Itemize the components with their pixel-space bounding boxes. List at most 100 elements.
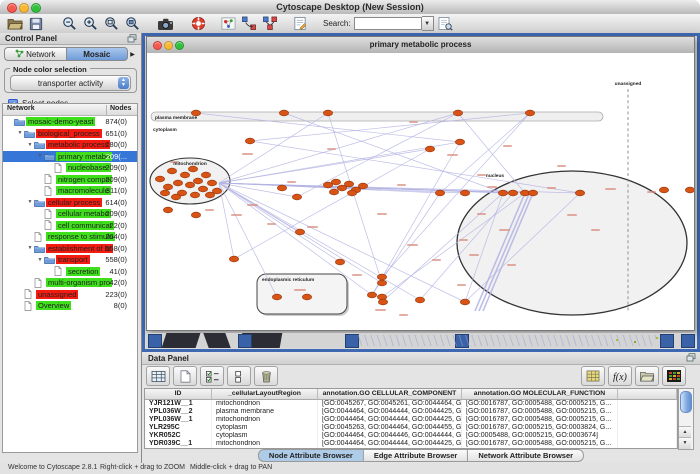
network-node[interactable] xyxy=(207,180,216,186)
network-node[interactable] xyxy=(331,179,340,185)
network-node[interactable] xyxy=(575,190,584,196)
disclosure-triangle-icon[interactable]: ▼ xyxy=(36,257,44,263)
table-cell[interactable]: [GO:0005488, GO:0005215, GO:0003674] xyxy=(462,432,618,440)
network-node[interactable] xyxy=(171,194,180,200)
table-row[interactable]: YDR039C__1mitochondrion[GO:0044464, GO:0… xyxy=(145,440,677,448)
table-cell[interactable]: YDR039C__1 xyxy=(145,440,212,448)
zoom-out-icon[interactable] xyxy=(60,15,78,32)
network-node[interactable] xyxy=(377,280,386,286)
table-header-id[interactable]: ID xyxy=(145,389,212,400)
vizmapper-icon[interactable] xyxy=(219,15,237,32)
zoom-selected-icon[interactable] xyxy=(123,15,141,32)
network-node[interactable] xyxy=(685,187,694,193)
table-cell[interactable]: [GO:0044464, GO:0044444, GO:0044425, G..… xyxy=(318,416,462,424)
network-node[interactable] xyxy=(425,146,434,152)
tree-row-cellular-metabo[interactable]: cellular metabo209(0) xyxy=(3,208,137,220)
tab-network-attribute-browser[interactable]: Network Attribute Browser xyxy=(468,449,584,462)
tree-row-unassigned[interactable]: unassigned223(0) xyxy=(3,289,137,301)
network-node[interactable] xyxy=(205,192,214,198)
delete-attribute-icon[interactable] xyxy=(254,366,278,386)
table-cell[interactable]: [GO:0016787, GO:0005488, GO:0005215, G..… xyxy=(462,416,618,424)
table-cell[interactable]: plasma membrane xyxy=(212,408,318,416)
attribute-table-icon[interactable] xyxy=(146,366,170,386)
select-attributes-icon[interactable] xyxy=(200,366,224,386)
table-header-annotation-go-molecular-function[interactable]: annotation.GO MOLECULAR_FUNCTION xyxy=(462,389,618,400)
table-cell[interactable]: YJR121W__1 xyxy=(145,400,212,408)
tree-row-establishment-of-lo[interactable]: ▼establishment of lo558(0) xyxy=(3,243,137,255)
float-panel-icon[interactable] xyxy=(127,34,137,45)
network-node[interactable] xyxy=(415,297,424,303)
tree-row-biological-process[interactable]: ▼biological_process651(0) xyxy=(3,128,137,140)
table-cell[interactable]: YKR052C xyxy=(145,432,212,440)
network-node[interactable] xyxy=(347,190,356,196)
annotation-icon[interactable] xyxy=(291,15,309,32)
tab-edge-attribute-browser[interactable]: Edge Attribute Browser xyxy=(364,449,468,462)
network-node[interactable] xyxy=(167,168,176,174)
table-row[interactable]: YPL036W__2plasma membrane[GO:0044464, GO… xyxy=(145,408,677,416)
disclosure-triangle-icon[interactable]: ▼ xyxy=(16,130,24,136)
table-cell[interactable]: mitochondrion xyxy=(212,400,318,408)
network-node[interactable] xyxy=(453,110,462,116)
network-window-titlebar[interactable]: primary metabolic process xyxy=(147,37,694,54)
zoom-fit-icon[interactable] xyxy=(102,15,120,32)
network-node[interactable] xyxy=(277,185,286,191)
network-node[interactable] xyxy=(185,182,194,188)
table-cell[interactable]: [GO:0044464, GO:0044444, GO:0044425, G..… xyxy=(318,440,462,448)
data-panel-float-icon[interactable] xyxy=(686,353,696,364)
tree-row-nucleobase-[interactable]: nucleobase-209(0) xyxy=(3,162,137,174)
network-node[interactable] xyxy=(160,190,169,196)
network-node[interactable] xyxy=(201,172,210,178)
save-icon[interactable] xyxy=(27,15,45,32)
network-node[interactable] xyxy=(163,184,172,190)
disclosure-triangle-icon[interactable]: ▼ xyxy=(26,199,34,205)
import-table-icon[interactable] xyxy=(635,366,659,386)
table-cell[interactable]: YPL036W__2 xyxy=(145,408,212,416)
table-scrollbar[interactable]: ▲ ▼ xyxy=(678,388,694,450)
network-node[interactable] xyxy=(358,183,367,189)
table-cell[interactable]: [GO:0044464, GO:0044446, GO:0044444, G..… xyxy=(318,432,462,440)
connected-nodes-icon[interactable] xyxy=(261,15,279,32)
table-cell[interactable]: [GO:0016787, GO:0005488, GO:0005215, G..… xyxy=(462,440,618,448)
network-node[interactable] xyxy=(460,190,469,196)
network-node[interactable] xyxy=(344,181,353,187)
network-node[interactable] xyxy=(279,110,288,116)
tree-row-transport[interactable]: ▼transport558(0) xyxy=(3,254,137,266)
network-node[interactable] xyxy=(335,259,344,265)
network-node[interactable] xyxy=(460,299,469,305)
network-node[interactable] xyxy=(191,212,200,218)
tree-row-secretion[interactable]: secretion41(0) xyxy=(3,266,137,278)
table-cell[interactable]: cytoplasm xyxy=(212,432,318,440)
tab-overflow-icon[interactable]: ▶ xyxy=(128,47,137,61)
tab-node-attribute-browser[interactable]: Node Attribute Browser xyxy=(258,449,364,462)
tree-row-cell-communicat[interactable]: cell communicat22(0) xyxy=(3,220,137,232)
network-node[interactable] xyxy=(193,178,202,184)
table-cell[interactable]: [GO:0016787, GO:0005215, GO:0003824, G..… xyxy=(462,424,618,432)
network-node[interactable] xyxy=(180,172,189,178)
save-table-icon[interactable] xyxy=(581,366,605,386)
tree-row-response-to-stimulu[interactable]: response to stimulu264(0) xyxy=(3,231,137,243)
table-cell[interactable]: [GO:0045263, GO:0044464, GO:0044455, G..… xyxy=(318,424,462,432)
tree-row-metabolic-process[interactable]: ▼metabolic process280(0) xyxy=(3,139,137,151)
network-node[interactable] xyxy=(323,182,332,188)
network-node[interactable] xyxy=(272,294,281,300)
unselect-attributes-icon[interactable] xyxy=(227,366,251,386)
scroll-down-icon[interactable]: ▼ xyxy=(679,437,691,449)
network-node[interactable] xyxy=(323,110,332,116)
color-matrix-icon[interactable] xyxy=(662,366,686,386)
table-cell[interactable]: mitochondrion xyxy=(212,416,318,424)
tree-row-multi-organism-pro[interactable]: multi-organism pro42(0) xyxy=(3,277,137,289)
search-options-icon[interactable] xyxy=(437,15,455,32)
network-node[interactable] xyxy=(173,180,182,186)
help-icon[interactable] xyxy=(189,15,207,32)
table-cell[interactable]: [GO:0016787, GO:0005488, GO:0005215, G..… xyxy=(462,408,618,416)
network-node[interactable] xyxy=(292,194,301,200)
network-node[interactable] xyxy=(525,110,534,116)
select-first-neighbors-icon[interactable] xyxy=(240,15,258,32)
tree-column-nodes[interactable]: Nodes xyxy=(106,105,131,116)
table-cell[interactable]: [GO:0016787, GO:0005488, GO:0005215, G..… xyxy=(462,400,618,408)
table-header-annotation-go-cellular-component[interactable]: annotation.GO CELLULAR_COMPONENT xyxy=(318,389,462,400)
search-dropdown-arrow[interactable]: ▼ xyxy=(422,16,434,31)
network-node[interactable] xyxy=(295,229,304,235)
table-row[interactable]: YJR121W__1mitochondrion[GO:0045267, GO:0… xyxy=(145,400,677,408)
snapshot-icon[interactable] xyxy=(156,15,174,32)
